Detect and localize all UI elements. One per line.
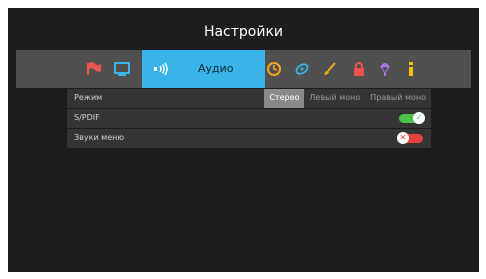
clock-icon[interactable] [263, 50, 285, 88]
cross-icon: ✕ [397, 132, 409, 144]
info-icon[interactable] [400, 50, 422, 88]
audio-icon [150, 50, 172, 88]
setting-row-mode: Режим Стерео Левый моно Правый моно [67, 89, 431, 108]
setting-label-spdif: S/PDIF [74, 113, 100, 122]
display-icon[interactable] [111, 50, 133, 88]
balloon-icon[interactable] [374, 50, 396, 88]
flag-icon[interactable] [83, 50, 105, 88]
satellite-icon[interactable] [291, 50, 313, 88]
setting-label-menu-sounds: Звуки меню [74, 133, 125, 142]
tab-audio[interactable]: Аудио [142, 50, 265, 88]
setting-row-menu-sounds: Звуки меню ✕ [67, 129, 431, 148]
mode-options: Стерео Левый моно Правый моно [264, 89, 431, 108]
settings-category-bar: Аудио [16, 50, 471, 88]
tab-audio-label: Аудио [198, 62, 234, 75]
tv-screen: Настройки Аудио Режим Стерео Левый моно … [8, 8, 479, 272]
lock-icon[interactable] [348, 50, 370, 88]
setting-row-spdif: S/PDIF ✓ [67, 109, 431, 128]
audio-settings-list: Режим Стерео Левый моно Правый моно S/PD… [67, 88, 431, 148]
setting-label-mode: Режим [74, 93, 103, 102]
menu-sounds-toggle[interactable]: ✕ [397, 132, 423, 144]
brush-icon[interactable] [319, 50, 341, 88]
check-icon: ✓ [413, 112, 425, 124]
option-right-mono[interactable]: Правый моно [365, 89, 431, 108]
option-left-mono[interactable]: Левый моно [304, 89, 365, 108]
option-stereo[interactable]: Стерео [264, 89, 305, 108]
spdif-toggle[interactable]: ✓ [399, 112, 425, 124]
page-title: Настройки [203, 24, 284, 40]
